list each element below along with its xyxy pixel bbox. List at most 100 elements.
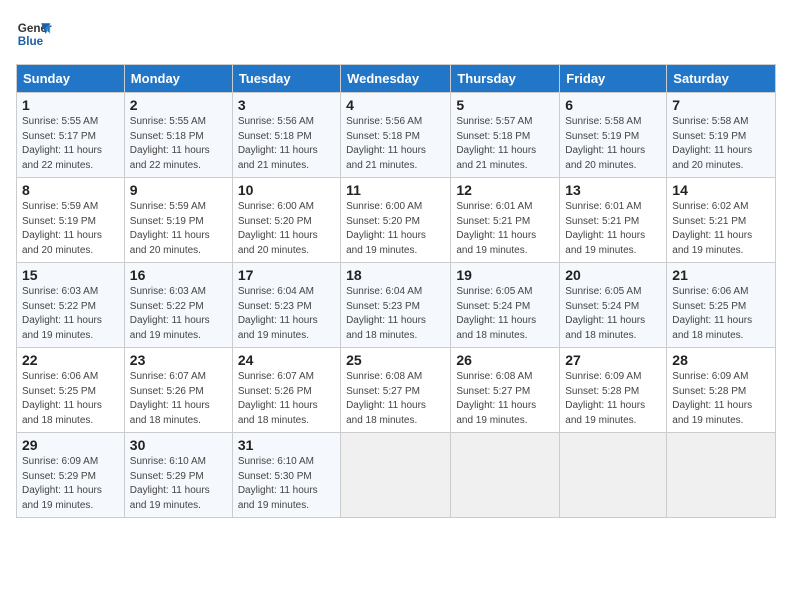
calendar-table: SundayMondayTuesdayWednesdayThursdayFrid… (16, 64, 776, 518)
calendar-cell: 15 Sunrise: 6:03 AMSunset: 5:22 PMDayligh… (17, 263, 125, 348)
day-number: 28 (672, 352, 770, 368)
day-detail: Sunrise: 6:00 AMSunset: 5:20 PMDaylight:… (346, 200, 445, 258)
calendar-cell: 5 Sunrise: 5:57 AMSunset: 5:18 PMDaylight… (451, 93, 560, 178)
calendar-cell: 18 Sunrise: 6:04 AMSunset: 5:23 PMDayligh… (341, 263, 451, 348)
calendar-cell: 28 Sunrise: 6:09 AMSunset: 5:28 PMDayligh… (667, 348, 776, 433)
day-number: 19 (456, 267, 554, 283)
calendar-cell: 8 Sunrise: 5:59 AMSunset: 5:19 PMDaylight… (17, 178, 125, 263)
calendar-cell: 3Sunrise: 5:56 AMSunset: 5:18 PMDaylight… (232, 93, 340, 178)
day-detail: Sunrise: 6:03 AMSunset: 5:22 PMDaylight:… (22, 285, 119, 343)
day-detail: Sunrise: 6:04 AMSunset: 5:23 PMDaylight:… (346, 285, 445, 343)
day-detail: Sunrise: 6:05 AMSunset: 5:24 PMDaylight:… (565, 285, 661, 343)
day-number: 17 (238, 267, 335, 283)
calendar-week-2: 8 Sunrise: 5:59 AMSunset: 5:19 PMDaylight… (17, 178, 776, 263)
weekday-header-monday: Monday (124, 65, 232, 93)
calendar-cell: 10Sunrise: 6:00 AMSunset: 5:20 PMDayligh… (232, 178, 340, 263)
day-detail: Sunrise: 5:56 AMSunset: 5:18 PMDaylight:… (346, 115, 445, 173)
day-number: 29 (22, 437, 119, 453)
day-number: 25 (346, 352, 445, 368)
svg-text:Blue: Blue (18, 35, 44, 48)
day-detail: Sunrise: 6:03 AMSunset: 5:22 PMDaylight:… (130, 285, 227, 343)
calendar-cell (451, 433, 560, 518)
calendar-cell (560, 433, 667, 518)
day-detail: Sunrise: 5:59 AMSunset: 5:19 PMDaylight:… (22, 200, 119, 258)
day-number: 5 (456, 97, 554, 113)
day-detail: Sunrise: 6:01 AMSunset: 5:21 PMDaylight:… (456, 200, 554, 258)
day-detail: Sunrise: 5:57 AMSunset: 5:18 PMDaylight:… (456, 115, 554, 173)
calendar-cell (341, 433, 451, 518)
calendar-cell: 21 Sunrise: 6:06 AMSunset: 5:25 PMDayligh… (667, 263, 776, 348)
day-number: 12 (456, 182, 554, 198)
calendar-cell: 30 Sunrise: 6:10 AMSunset: 5:29 PMDayligh… (124, 433, 232, 518)
day-number: 20 (565, 267, 661, 283)
day-number: 14 (672, 182, 770, 198)
page-header: General Blue (16, 16, 776, 52)
day-detail: Sunrise: 5:58 AMSunset: 5:19 PMDaylight:… (672, 115, 770, 173)
weekday-header-saturday: Saturday (667, 65, 776, 93)
day-number: 15 (22, 267, 119, 283)
day-number: 1 (22, 97, 119, 113)
weekday-header-friday: Friday (560, 65, 667, 93)
calendar-cell: 25 Sunrise: 6:08 AMSunset: 5:27 PMDayligh… (341, 348, 451, 433)
day-detail: Sunrise: 6:01 AMSunset: 5:21 PMDaylight:… (565, 200, 661, 258)
day-number: 26 (456, 352, 554, 368)
day-number: 24 (238, 352, 335, 368)
day-detail: Sunrise: 6:05 AMSunset: 5:24 PMDaylight:… (456, 285, 554, 343)
day-number: 8 (22, 182, 119, 198)
calendar-cell: 27 Sunrise: 6:09 AMSunset: 5:28 PMDayligh… (560, 348, 667, 433)
day-detail: Sunrise: 6:06 AMSunset: 5:25 PMDaylight:… (22, 370, 119, 428)
day-detail: Sunrise: 6:09 AMSunset: 5:28 PMDaylight:… (565, 370, 661, 428)
day-detail: Sunrise: 5:55 AMSunset: 5:17 PMDaylight:… (22, 115, 119, 173)
weekday-header-thursday: Thursday (451, 65, 560, 93)
calendar-cell: 24Sunrise: 6:07 AMSunset: 5:26 PMDayligh… (232, 348, 340, 433)
day-number: 10 (238, 182, 335, 198)
day-number: 6 (565, 97, 661, 113)
weekday-header-row: SundayMondayTuesdayWednesdayThursdayFrid… (17, 65, 776, 93)
day-number: 21 (672, 267, 770, 283)
calendar-week-3: 15 Sunrise: 6:03 AMSunset: 5:22 PMDayligh… (17, 263, 776, 348)
day-detail: Sunrise: 6:08 AMSunset: 5:27 PMDaylight:… (346, 370, 445, 428)
day-number: 16 (130, 267, 227, 283)
day-number: 3 (238, 97, 335, 113)
day-detail: Sunrise: 5:58 AMSunset: 5:19 PMDaylight:… (565, 115, 661, 173)
logo: General Blue (16, 16, 52, 52)
calendar-cell: 29 Sunrise: 6:09 AMSunset: 5:29 PMDayligh… (17, 433, 125, 518)
day-detail: Sunrise: 6:09 AMSunset: 5:29 PMDaylight:… (22, 455, 119, 513)
day-detail: Sunrise: 6:07 AMSunset: 5:26 PMDaylight:… (130, 370, 227, 428)
weekday-header-wednesday: Wednesday (341, 65, 451, 93)
day-number: 27 (565, 352, 661, 368)
day-number: 9 (130, 182, 227, 198)
day-number: 2 (130, 97, 227, 113)
calendar-cell: 23Sunrise: 6:07 AMSunset: 5:26 PMDayligh… (124, 348, 232, 433)
day-number: 4 (346, 97, 445, 113)
calendar-cell: 16 Sunrise: 6:03 AMSunset: 5:22 PMDayligh… (124, 263, 232, 348)
day-number: 13 (565, 182, 661, 198)
day-detail: Sunrise: 6:02 AMSunset: 5:21 PMDaylight:… (672, 200, 770, 258)
calendar-cell: 2 Sunrise: 5:55 AMSunset: 5:18 PMDaylight… (124, 93, 232, 178)
calendar-week-1: 1 Sunrise: 5:55 AMSunset: 5:17 PMDaylight… (17, 93, 776, 178)
day-detail: Sunrise: 6:09 AMSunset: 5:28 PMDaylight:… (672, 370, 770, 428)
calendar-cell: 14 Sunrise: 6:02 AMSunset: 5:21 PMDayligh… (667, 178, 776, 263)
calendar-week-5: 29 Sunrise: 6:09 AMSunset: 5:29 PMDayligh… (17, 433, 776, 518)
calendar-cell: 9Sunrise: 5:59 AMSunset: 5:19 PMDaylight… (124, 178, 232, 263)
day-number: 31 (238, 437, 335, 453)
calendar-cell: 26 Sunrise: 6:08 AMSunset: 5:27 PMDayligh… (451, 348, 560, 433)
day-number: 22 (22, 352, 119, 368)
calendar-cell: 31Sunrise: 6:10 AMSunset: 5:30 PMDayligh… (232, 433, 340, 518)
calendar-cell (667, 433, 776, 518)
calendar-cell: 4 Sunrise: 5:56 AMSunset: 5:18 PMDaylight… (341, 93, 451, 178)
calendar-cell: 7 Sunrise: 5:58 AMSunset: 5:19 PMDaylight… (667, 93, 776, 178)
day-number: 18 (346, 267, 445, 283)
day-detail: Sunrise: 6:08 AMSunset: 5:27 PMDaylight:… (456, 370, 554, 428)
logo-icon: General Blue (16, 16, 52, 52)
day-detail: Sunrise: 5:55 AMSunset: 5:18 PMDaylight:… (130, 115, 227, 173)
calendar-cell: 17Sunrise: 6:04 AMSunset: 5:23 PMDayligh… (232, 263, 340, 348)
day-number: 30 (130, 437, 227, 453)
day-detail: Sunrise: 6:10 AMSunset: 5:29 PMDaylight:… (130, 455, 227, 513)
calendar-cell: 13 Sunrise: 6:01 AMSunset: 5:21 PMDayligh… (560, 178, 667, 263)
calendar-cell: 1 Sunrise: 5:55 AMSunset: 5:17 PMDaylight… (17, 93, 125, 178)
calendar-cell: 12 Sunrise: 6:01 AMSunset: 5:21 PMDayligh… (451, 178, 560, 263)
day-number: 7 (672, 97, 770, 113)
day-detail: Sunrise: 6:06 AMSunset: 5:25 PMDaylight:… (672, 285, 770, 343)
weekday-header-sunday: Sunday (17, 65, 125, 93)
